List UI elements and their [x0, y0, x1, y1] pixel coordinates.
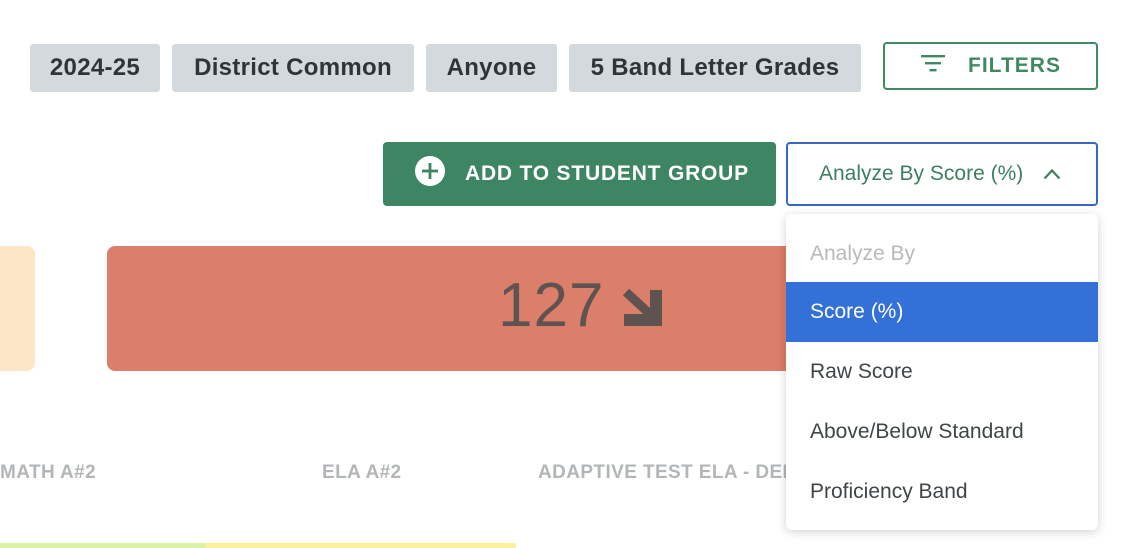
plus-circle-icon: [415, 156, 445, 192]
filters-button-label: FILTERS: [968, 54, 1061, 77]
arrow-down-right-icon: [620, 286, 664, 333]
option-above-below-standard[interactable]: Above/Below Standard: [786, 402, 1098, 462]
filters-button[interactable]: FILTERS: [883, 42, 1098, 90]
dropdown-header: Analyze By: [810, 242, 916, 265]
analyze-by-select-value: Analyze By Score (%): [819, 162, 1024, 185]
add-to-student-group-label: ADD TO STUDENT GROUP: [465, 162, 749, 185]
score-tile-partial: [0, 246, 35, 371]
score-tile-value: 127: [498, 271, 605, 340]
filter-chip-assessment[interactable]: District Common: [172, 44, 414, 92]
column-label-ela: ELA A#2: [322, 462, 402, 483]
bar-segment-green: [0, 543, 205, 548]
column-label-adaptive: ADAPTIVE TEST ELA - DEM: [538, 462, 799, 483]
option-proficiency-band[interactable]: Proficiency Band: [786, 462, 1098, 522]
option-raw-score[interactable]: Raw Score: [786, 342, 1098, 402]
filter-chip-year[interactable]: 2024-25: [30, 44, 160, 92]
analyze-by-dropdown: Analyze By Score (%) Raw Score Above/Bel…: [786, 214, 1098, 530]
add-to-student-group-button[interactable]: ADD TO STUDENT GROUP: [383, 142, 776, 206]
analyze-by-select[interactable]: Analyze By Score (%): [786, 142, 1098, 206]
column-label-math: MATH A#2: [0, 462, 97, 483]
filter-chip-creator[interactable]: Anyone: [426, 44, 557, 92]
bar-segment-yellow: [205, 543, 516, 548]
filter-chip-grading[interactable]: 5 Band Letter Grades: [569, 44, 861, 92]
score-tile: [107, 246, 827, 371]
option-score-percent[interactable]: Score (%): [786, 282, 1098, 342]
filter-lines-icon: [920, 53, 946, 79]
chevron-up-icon: [1043, 162, 1061, 186]
